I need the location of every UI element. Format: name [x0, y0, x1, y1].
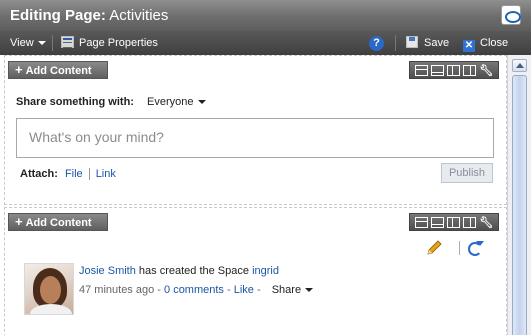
meta-separator: - [256, 284, 261, 296]
activity-timestamp: 47 minutes ago [79, 284, 155, 296]
scrollbar-thumb[interactable] [512, 75, 527, 335]
chevron-down-icon [37, 41, 46, 46]
attach-label: Attach: [20, 168, 58, 180]
share-with-row: Share something with: Everyone [16, 96, 206, 108]
view-menu-label: View [10, 37, 34, 49]
meta-separator: - [227, 284, 231, 296]
layout-stacked-icon[interactable] [430, 216, 444, 228]
status-input[interactable]: What's on your mind? [16, 118, 494, 158]
help-icon: ? [369, 35, 384, 51]
action-divider [459, 241, 460, 255]
page-title-prefix: Editing Page: [10, 7, 106, 24]
plus-icon: + [15, 62, 23, 77]
toolbar-divider [395, 35, 396, 51]
attach-row: Attach: File Link [20, 168, 116, 181]
page-title: Editing Page: Activities [10, 7, 168, 24]
activity-user-link[interactable]: Josie Smith [79, 265, 136, 277]
share-with-label: Share something with: [16, 96, 134, 108]
region-layout-toolbar: 🔧︎ [409, 213, 499, 231]
share-audience-select[interactable]: Everyone [147, 96, 206, 108]
page-properties-button[interactable]: Page Properties [61, 31, 158, 55]
chevron-down-icon [305, 288, 314, 293]
page-title-name: Activities [109, 7, 169, 24]
vertical-scrollbar[interactable] [507, 55, 531, 335]
attach-file-link[interactable]: File [65, 168, 83, 180]
plus-icon: + [15, 214, 23, 229]
refresh-icon[interactable] [468, 241, 484, 256]
like-link[interactable]: Like [234, 284, 254, 296]
page-properties-icon [61, 36, 74, 48]
close-button[interactable]: ✕ Close [463, 31, 508, 55]
save-button[interactable]: Save [406, 31, 449, 55]
toolbar-divider [52, 35, 53, 51]
publish-button[interactable]: Publish [441, 163, 493, 183]
share-audience-value: Everyone [147, 96, 194, 108]
layout-columns-icon[interactable] [447, 216, 460, 228]
activity-meta: 47 minutes ago - 0 comments - Like - Sha… [79, 284, 314, 296]
activity-text: Josie Smith has created the Space ingrid [79, 265, 279, 277]
editor-title-bar: Editing Page: Activities [0, 0, 531, 31]
activity-space-link[interactable]: ingrid [252, 265, 279, 277]
save-icon [406, 36, 418, 48]
avatar[interactable] [24, 263, 74, 315]
layout-columns-icon[interactable] [447, 64, 460, 76]
share-menu-label: Share [271, 284, 302, 296]
meta-separator: - [157, 284, 161, 296]
page-properties-label: Page Properties [79, 37, 158, 49]
attach-link-link[interactable]: Link [96, 168, 116, 180]
add-content-label: Add Content [25, 217, 92, 229]
layout-rows-icon[interactable] [414, 64, 428, 76]
scroll-up-arrow-icon[interactable] [512, 59, 527, 72]
add-content-button[interactable]: + Add Content [8, 213, 108, 231]
layout-two-column-icon[interactable] [463, 216, 477, 228]
chevron-down-icon [197, 100, 206, 105]
oracle-logo-icon [501, 5, 521, 25]
layout-two-column-icon[interactable] [463, 64, 477, 76]
help-button[interactable]: ? [369, 31, 384, 55]
wrench-icon[interactable]: 🔧︎ [479, 216, 493, 229]
close-icon: ✕ [463, 40, 475, 52]
view-menu[interactable]: View [10, 31, 46, 55]
wrench-icon[interactable]: 🔧︎ [479, 64, 493, 77]
pencil-icon[interactable] [425, 239, 443, 257]
share-menu[interactable]: Share [271, 284, 314, 296]
activity-action-text: has created the Space [138, 265, 249, 277]
region-layout-toolbar: 🔧︎ [409, 61, 499, 79]
attach-divider [88, 168, 90, 181]
comments-link[interactable]: 0 comments [164, 284, 224, 296]
save-label: Save [424, 37, 450, 49]
close-label: Close [480, 37, 509, 49]
editor-toolbar: View Page Properties ? Save ✕ Close [0, 31, 531, 55]
layout-stacked-icon[interactable] [430, 64, 444, 76]
layout-rows-icon[interactable] [414, 216, 428, 228]
add-content-button[interactable]: + Add Content [8, 61, 108, 79]
add-content-label: Add Content [25, 65, 92, 77]
